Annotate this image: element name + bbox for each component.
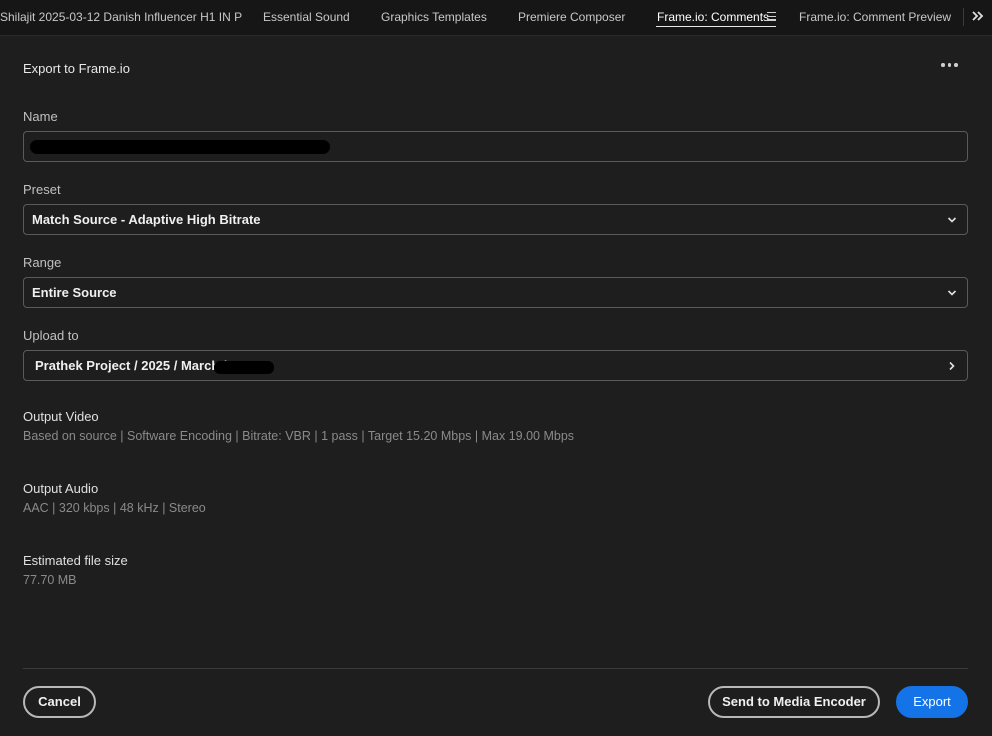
redaction-mark — [214, 361, 274, 374]
active-tab-indicator — [656, 26, 776, 27]
upload-location-selector[interactable]: Prathek Project / 2025 / March / — [23, 350, 968, 381]
preset-label: Preset — [23, 182, 61, 197]
tab-premiere-composer[interactable]: Premiere Composer — [518, 10, 625, 24]
tab-divider — [963, 8, 964, 26]
chevron-right-icon — [949, 361, 955, 371]
file-size-heading: Estimated file size — [23, 553, 128, 568]
redaction-mark — [30, 140, 330, 154]
range-label: Range — [23, 255, 62, 270]
export-panel: Export to Frame.io Name Preset Match Sou… — [0, 37, 992, 736]
output-video-detail: Based on source | Software Encoding | Bi… — [23, 429, 575, 443]
file-size-value: 77.70 MB — [23, 573, 77, 587]
upload-path: Prathek Project / 2025 / March / — [35, 358, 227, 373]
tab-graphics-templates[interactable]: Graphics Templates — [381, 10, 487, 24]
name-label: Name — [23, 109, 58, 124]
tab-frameio-comments[interactable]: Frame.io: Comments — [657, 10, 769, 24]
panel-tab-bar: Shilajit 2025-03-12 Danish Influencer H1… — [0, 0, 992, 36]
output-video-heading: Output Video — [23, 409, 99, 424]
range-value: Entire Source — [32, 285, 117, 300]
more-options-icon[interactable] — [941, 63, 961, 71]
tab-essential-sound[interactable]: Essential Sound — [263, 10, 350, 24]
preset-value: Match Source - Adaptive High Bitrate — [32, 212, 261, 227]
tab-frameio-comment-preview[interactable]: Frame.io: Comment Preview — [799, 10, 951, 24]
output-audio-heading: Output Audio — [23, 481, 99, 496]
footer-divider — [23, 668, 968, 669]
export-button[interactable]: Export — [896, 686, 968, 718]
double-chevron-right-icon[interactable] — [971, 9, 985, 23]
output-audio-detail: AAC | 320 kbps | 48 kHz | Stereo — [23, 501, 206, 515]
chevron-down-icon — [947, 217, 957, 223]
hamburger-menu-icon[interactable] — [767, 12, 776, 21]
range-dropdown[interactable]: Entire Source — [23, 277, 968, 308]
chevron-down-icon — [947, 290, 957, 296]
upload-label: Upload to — [23, 328, 79, 343]
panel-title: Export to Frame.io — [23, 61, 130, 76]
send-to-media-encoder-button[interactable]: Send to Media Encoder — [708, 686, 880, 718]
preset-dropdown[interactable]: Match Source - Adaptive High Bitrate — [23, 204, 968, 235]
name-input[interactable] — [23, 131, 968, 162]
tab-sequence[interactable]: Shilajit 2025-03-12 Danish Influencer H1… — [0, 10, 242, 24]
cancel-button[interactable]: Cancel — [23, 686, 96, 718]
